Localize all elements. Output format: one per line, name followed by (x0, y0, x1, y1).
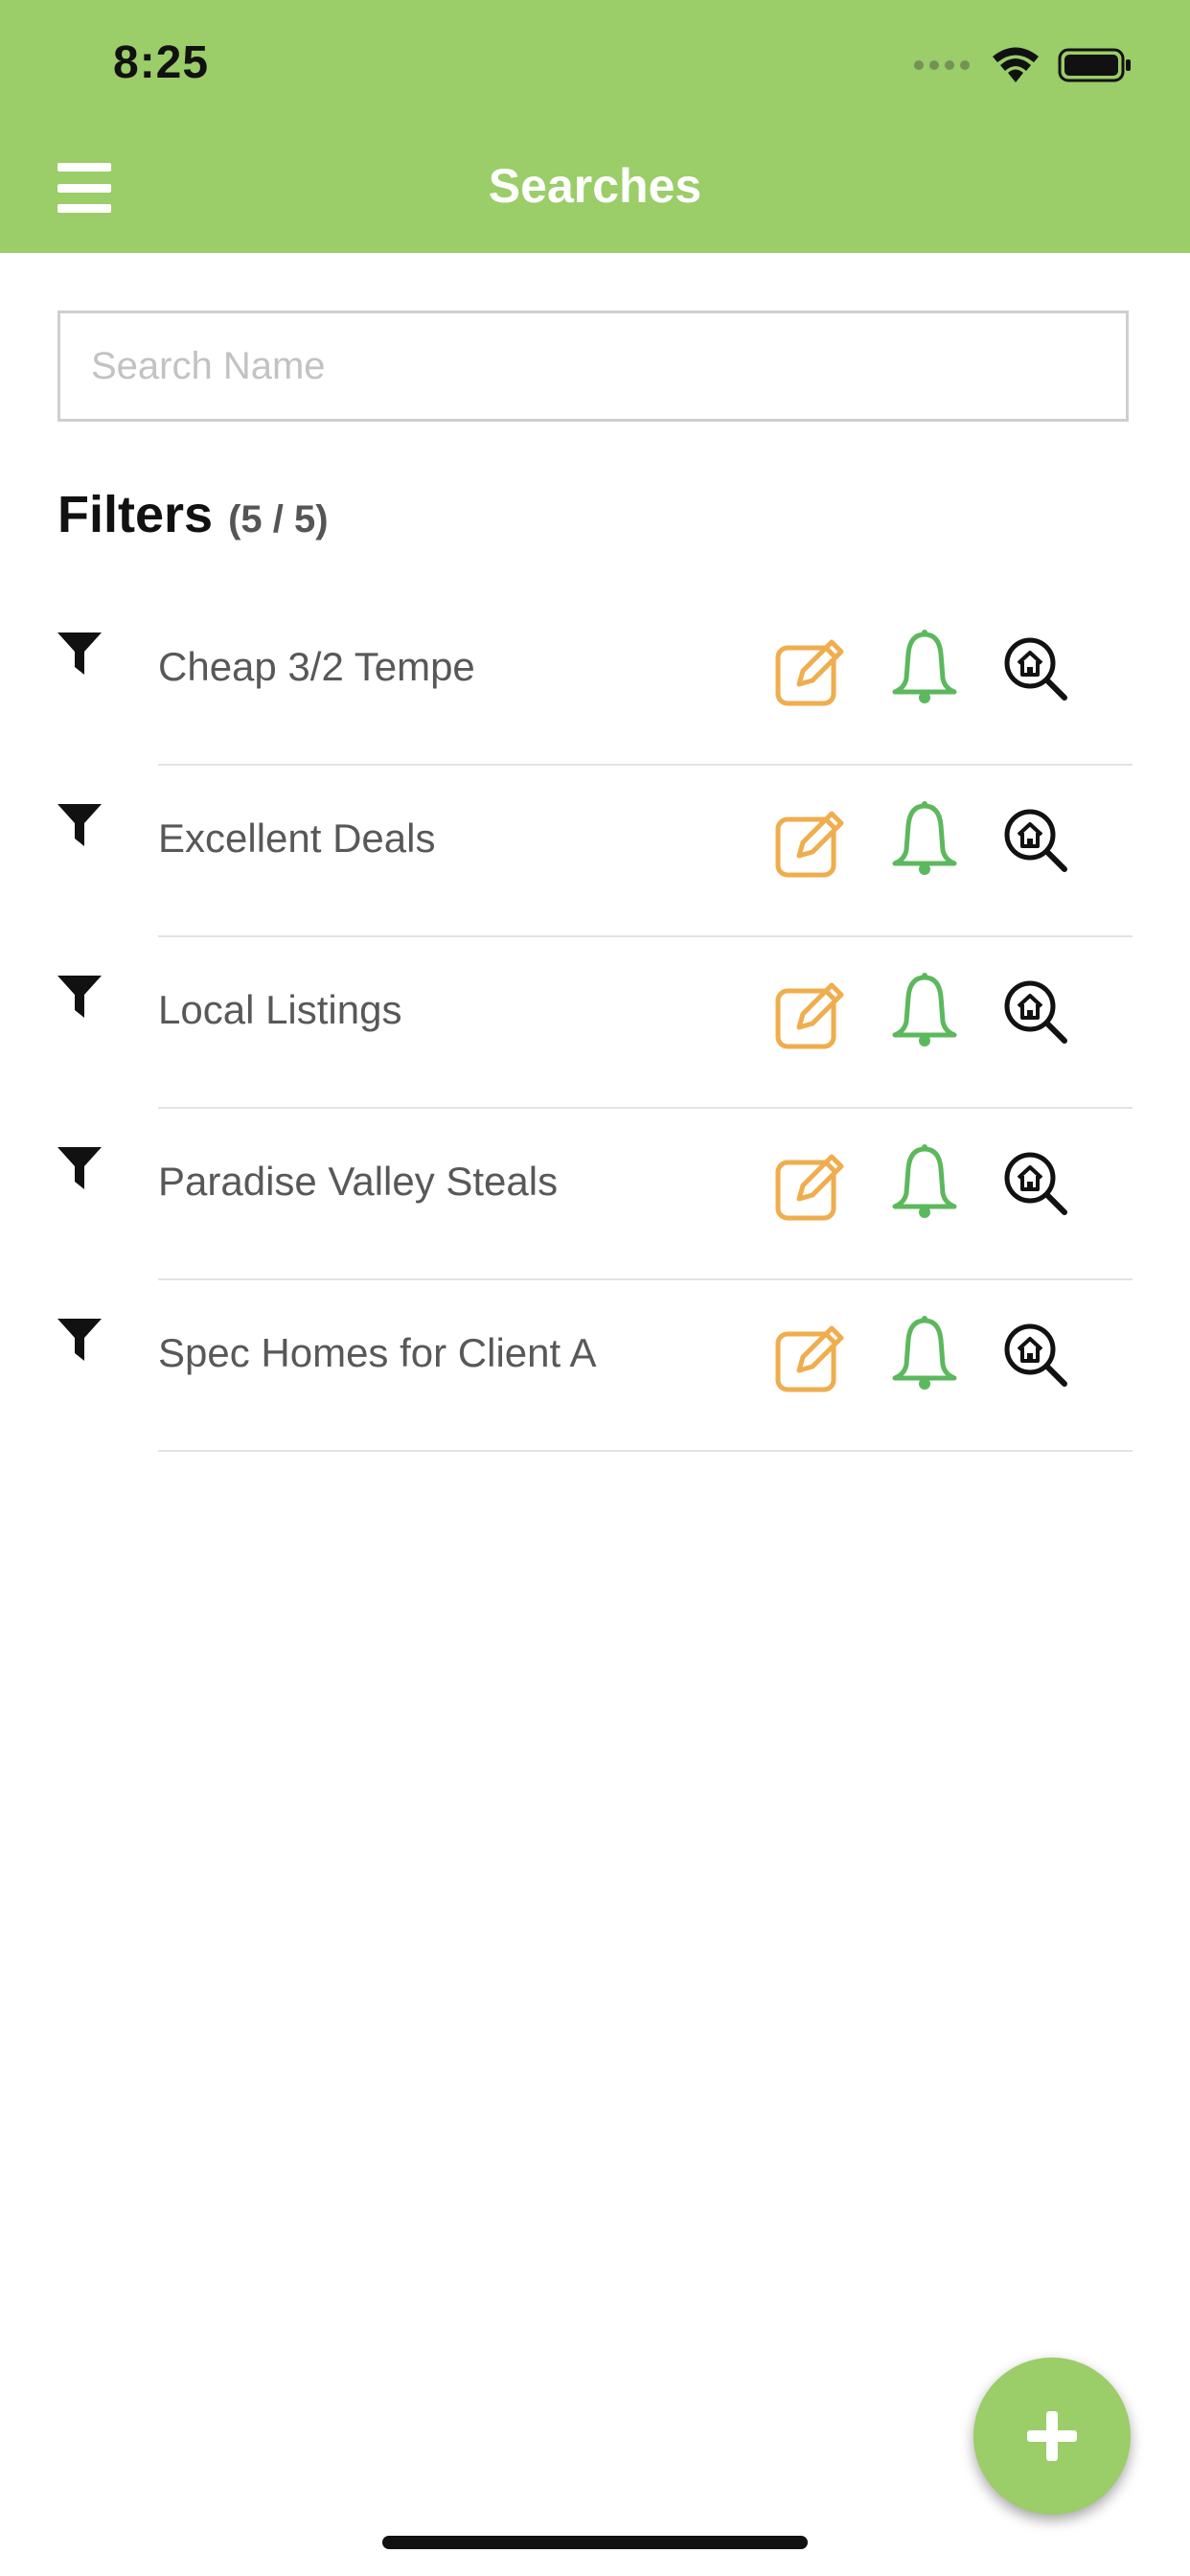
bell-icon[interactable] (891, 972, 958, 1050)
list-item[interactable]: Cheap 3/2 Tempe (0, 594, 1190, 766)
filter-name[interactable]: Paradise Valley Steals (158, 1159, 558, 1205)
bell-icon[interactable] (891, 629, 958, 707)
filters-list: Cheap 3/2 Tempe Excellent Deals Local Li… (0, 594, 1190, 1452)
search-input[interactable] (89, 343, 1097, 389)
home-search-icon[interactable] (1001, 634, 1068, 702)
signal-dots-icon (914, 60, 970, 70)
battery-icon (1058, 48, 1131, 82)
wifi-icon (993, 47, 1039, 82)
home-indicator (382, 2536, 808, 2549)
status-icons (914, 42, 1133, 88)
filter-name[interactable]: Spec Homes for Client A (158, 1330, 597, 1376)
list-item[interactable]: Excellent Deals (0, 766, 1190, 937)
edit-icon[interactable] (774, 1321, 847, 1393)
plus-icon (1027, 2411, 1077, 2461)
list-item[interactable]: Paradise Valley Steals (0, 1109, 1190, 1280)
top-bar: 8:25 Searches (0, 0, 1190, 253)
filter-icon (57, 632, 102, 675)
home-search-icon[interactable] (1001, 1149, 1068, 1216)
filter-name[interactable]: Local Listings (158, 987, 401, 1033)
edit-icon[interactable] (774, 806, 847, 879)
filter-name[interactable]: Excellent Deals (158, 816, 435, 862)
filter-name[interactable]: Cheap 3/2 Tempe (158, 644, 475, 690)
page-title: Searches (488, 159, 702, 213)
bell-icon[interactable] (891, 1143, 958, 1222)
status-time: 8:25 (113, 37, 210, 88)
edit-icon[interactable] (774, 978, 847, 1050)
filters-count: (5 / 5) (228, 498, 329, 540)
edit-icon[interactable] (774, 634, 847, 707)
home-search-icon[interactable] (1001, 1321, 1068, 1388)
row-divider (158, 1450, 1133, 1452)
edit-icon[interactable] (774, 1149, 847, 1222)
list-item[interactable]: Spec Homes for Client A (0, 1280, 1190, 1452)
home-search-icon[interactable] (1001, 806, 1068, 873)
add-search-button[interactable] (973, 2358, 1131, 2515)
search-field[interactable] (57, 310, 1129, 422)
filter-icon (57, 1319, 102, 1361)
filters-header: Filters (5 / 5) (57, 485, 329, 544)
filter-icon (57, 1147, 102, 1189)
home-search-icon[interactable] (1001, 978, 1068, 1045)
bell-icon[interactable] (891, 800, 958, 879)
filter-icon (57, 976, 102, 1018)
filters-title: Filters (57, 486, 214, 543)
filter-icon (57, 804, 102, 846)
bell-icon[interactable] (891, 1315, 958, 1393)
list-item[interactable]: Local Listings (0, 937, 1190, 1109)
